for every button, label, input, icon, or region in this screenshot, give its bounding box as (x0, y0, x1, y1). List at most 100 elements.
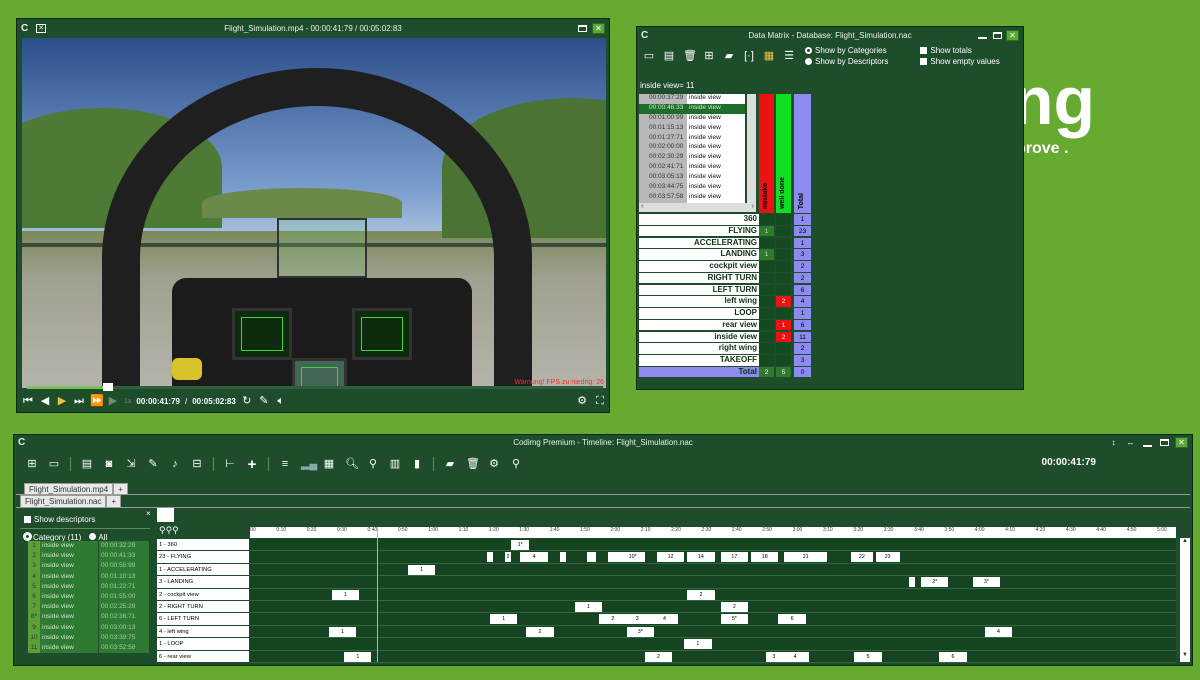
timeline-event[interactable]: 6 (778, 614, 806, 625)
track-lane[interactable] (250, 650, 1176, 663)
list-item[interactable]: 1 inside view 00:00:32:29 (28, 541, 149, 552)
timeline-event[interactable] (486, 552, 493, 563)
user-search-icon[interactable]: ⚲ (367, 458, 379, 470)
matrix-cell-mistake[interactable] (759, 308, 774, 320)
matrix-cell-well-done[interactable]: 5 (776, 366, 791, 379)
category-row-label[interactable]: left wing (639, 296, 759, 308)
matrix-cell-total[interactable]: 3 (794, 355, 811, 367)
track-label[interactable]: 6 - LEFT TURN (157, 613, 249, 626)
volume-icon[interactable]: 🔈︎ (275, 395, 287, 407)
show-descriptors-checkbox[interactable]: Show descriptors (24, 515, 95, 524)
clapper-icon[interactable]: ▤ (663, 50, 675, 62)
category-row-label[interactable]: rear view (639, 319, 759, 332)
matrix-cell-well-done[interactable] (776, 237, 791, 250)
matrix-cell-mistake[interactable]: 1 (759, 225, 774, 238)
timeline-event[interactable]: 2 (644, 651, 673, 662)
track-lane[interactable] (250, 539, 1176, 552)
list-item[interactable]: 5 inside view 00:01:22:71 (28, 581, 149, 593)
capture-icon[interactable]: ✕ (36, 23, 47, 33)
draw-icon[interactable]: ✎ (258, 395, 270, 407)
timeline-event[interactable]: 1* (511, 540, 530, 550)
matrix-cell-well-done[interactable] (776, 225, 791, 238)
timeline-event[interactable]: 4 (781, 651, 809, 662)
close-button[interactable]: ✕ (1175, 437, 1188, 448)
trim-icon[interactable]: ⇲ (125, 458, 137, 470)
presentation-icon[interactable]: ▭ (643, 50, 655, 62)
timeline-event[interactable]: 2* (921, 577, 949, 588)
matrix-cell-total[interactable]: 11 (794, 331, 811, 344)
by-descriptors-radio[interactable]: Show by Descriptors (805, 56, 888, 67)
category-row-label[interactable]: LOOP (639, 308, 759, 320)
timeline-event[interactable]: 4 (984, 626, 1013, 637)
category-row-label[interactable]: ACCELERATING (639, 237, 759, 250)
matrix-cell-well-done[interactable]: 2 (776, 296, 791, 308)
list-item[interactable]: 00:00:46:33 inside view (639, 103, 745, 114)
tab-database[interactable]: Flight_Simulation.nac (20, 495, 107, 507)
list-item[interactable]: 7 inside view 00:02:25:29 (28, 602, 149, 613)
matrix-cell-well-done[interactable] (776, 343, 791, 355)
timeline-event[interactable]: 1 (331, 589, 360, 600)
list-item[interactable]: 00:01:27:71 inside view (639, 133, 745, 144)
matrix-cell-total[interactable]: 2 (794, 272, 811, 285)
step-forward-icon[interactable]: ⏭ (73, 395, 85, 407)
presentation-icon[interactable]: ▭ (48, 458, 60, 470)
matrix-cell-well-done[interactable] (776, 284, 791, 297)
timeline-event[interactable]: 1 (407, 564, 436, 575)
list-item[interactable]: 00:02:30:29 inside view (639, 153, 745, 164)
matrix-cell-well-done[interactable]: 2 (776, 331, 791, 344)
list-item[interactable]: 00:01:00:99 inside view (639, 113, 745, 124)
category-row-label[interactable]: inside view (639, 331, 759, 344)
matrix-cell-mistake[interactable] (759, 296, 774, 308)
matrix-cell-mistake[interactable]: 1 (759, 249, 774, 261)
matrix-cell-total[interactable]: 0 (794, 366, 811, 379)
timeline-event[interactable]: 17 (720, 552, 748, 563)
clapper-icon[interactable]: ▤ (81, 458, 93, 470)
user-filter-icons[interactable]: ⚲⚲⚲ (159, 525, 179, 536)
minimize-button[interactable] (976, 30, 989, 41)
timeline-event[interactable] (908, 577, 916, 588)
resize-horizontal-icon[interactable]: ↔ (1124, 437, 1137, 448)
matrix-cell-well-done[interactable] (776, 308, 791, 320)
minimize-button[interactable] (1141, 437, 1154, 448)
pen-icon[interactable]: ✎ (147, 458, 159, 470)
timeline-event[interactable]: 5 (854, 651, 882, 662)
skip-forward-icon[interactable]: ⏩ (90, 395, 104, 407)
timeline-event[interactable]: 3 (766, 651, 782, 662)
track-label[interactable]: 2 - RIGHT TURN (157, 601, 249, 614)
slow-play-icon[interactable]: ▶ (107, 395, 119, 407)
track-label[interactable]: 1 - ACCELERATING (157, 563, 249, 577)
matrix-cell-total[interactable]: 3 (794, 249, 811, 261)
matrix-cell-mistake[interactable]: 2 (759, 366, 774, 379)
maximize-button[interactable] (991, 30, 1004, 41)
matrix-cell-mistake[interactable] (759, 343, 774, 355)
category-row-label[interactable]: LANDING (639, 249, 759, 261)
step-back-icon[interactable]: ◀ (39, 395, 51, 407)
timeline-event[interactable]: 2 (526, 626, 554, 637)
layout-icon[interactable]: ⊟ (191, 458, 203, 470)
search-icon[interactable]: 🔍︎ (345, 458, 359, 470)
timeline-event[interactable]: 3* (972, 577, 1001, 588)
track-label[interactable]: 6 - rear view (157, 650, 249, 663)
matrix-cell-mistake[interactable] (759, 272, 774, 285)
timeline-event[interactable]: 22 (851, 552, 873, 563)
matrix-cell-well-done[interactable] (776, 355, 791, 367)
timeline-event[interactable]: 3* (626, 626, 654, 637)
timeline-event[interactable] (608, 552, 621, 563)
list-item[interactable]: 00:02:00:00 inside view (639, 143, 745, 154)
matrix-cell-well-done[interactable] (776, 261, 791, 273)
list-item[interactable]: 10 inside view 00:03:39:75 (28, 632, 149, 644)
timeline-event[interactable]: 4 (520, 552, 548, 563)
by-categories-radio[interactable]: Show by Categories (805, 45, 888, 56)
matrix-cell-total[interactable]: 4 (794, 296, 811, 308)
trash-icon[interactable]: 🗑︎ (683, 50, 697, 62)
track-lane[interactable] (250, 563, 1176, 577)
speed-label[interactable]: 1x (124, 398, 131, 405)
list-icon[interactable]: ≡ (279, 458, 291, 470)
occurrence-list[interactable]: 00:00:37:29 inside view 00:00:46:33 inside … (639, 94, 745, 203)
table-icon[interactable]: ▦ (323, 458, 335, 470)
matrix-cell-mistake[interactable] (759, 284, 774, 297)
timeline-event[interactable]: 4 (650, 614, 679, 625)
close-button[interactable]: ✕ (592, 22, 605, 34)
list-item[interactable]: 6 inside view 00:01:55:00 (28, 592, 149, 603)
grid-icon[interactable]: ⊞ (703, 50, 715, 62)
